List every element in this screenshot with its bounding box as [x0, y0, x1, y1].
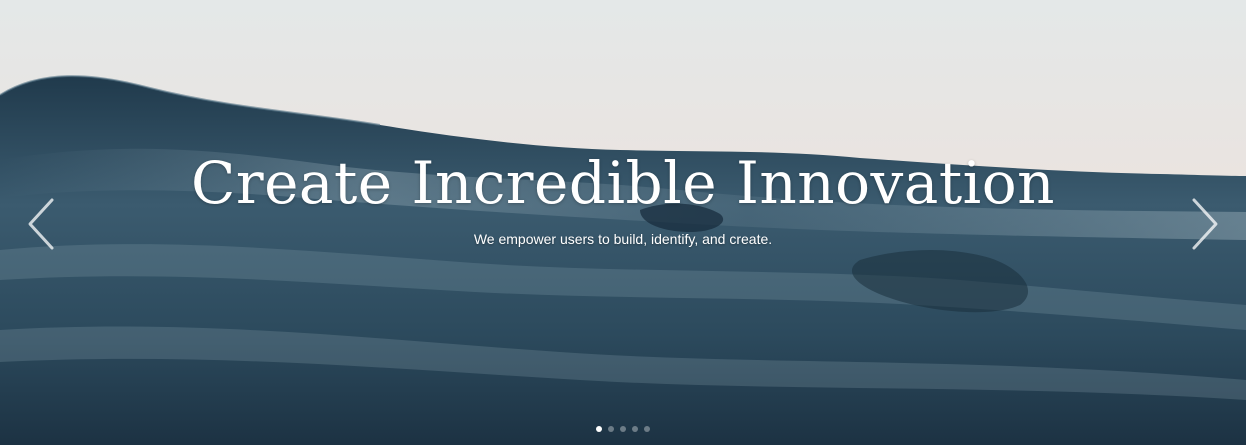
carousel-indicator-2[interactable] — [608, 426, 614, 432]
hero-subtitle: We empower users to build, identify, and… — [473, 231, 773, 247]
carousel-indicator-3[interactable] — [620, 426, 626, 432]
hero-carousel: Create Incredible Innovation We empower … — [0, 0, 1246, 445]
carousel-indicators — [0, 426, 1246, 434]
carousel-indicator-5[interactable] — [644, 426, 650, 432]
hero-caption: Create Incredible Innovation We empower … — [0, 148, 1246, 248]
carousel-indicator-1[interactable] — [596, 426, 602, 432]
chevron-left-icon — [28, 198, 54, 250]
carousel-indicator-4[interactable] — [632, 426, 638, 432]
carousel-next-button[interactable] — [1186, 196, 1222, 252]
carousel-prev-button[interactable] — [24, 196, 60, 252]
chevron-right-icon — [1192, 198, 1218, 250]
hero-title: Create Incredible Innovation — [190, 149, 1055, 217]
